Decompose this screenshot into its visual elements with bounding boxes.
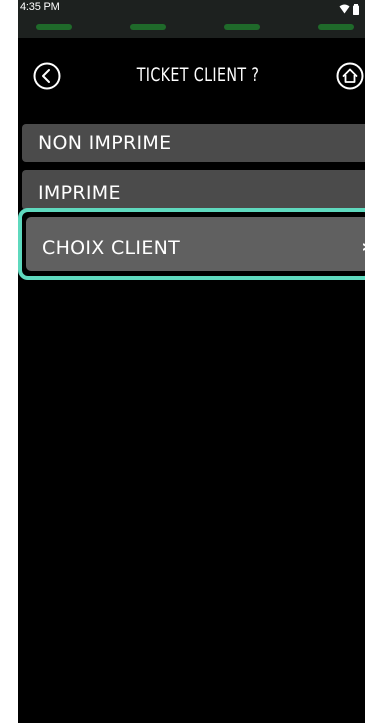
option-label: NON IMPRIME: [38, 132, 172, 154]
option-label: CHOIX CLIENT: [42, 237, 181, 259]
option-choix-client[interactable]: CHOIX CLIENT: [26, 217, 365, 271]
option-label: IMPRIME: [38, 182, 121, 204]
options-list: NON IMPRIME IMPRIME CHOIX CLIENT: [18, 0, 365, 723]
selection-highlight: CHOIX CLIENT: [18, 208, 365, 280]
option-imprime[interactable]: IMPRIME: [22, 170, 365, 210]
app-screen: 4:35 PM TICKET CLIENT ? NON IMPRIME IMPR…: [18, 0, 365, 723]
option-non-imprime[interactable]: NON IMPRIME: [22, 124, 365, 162]
